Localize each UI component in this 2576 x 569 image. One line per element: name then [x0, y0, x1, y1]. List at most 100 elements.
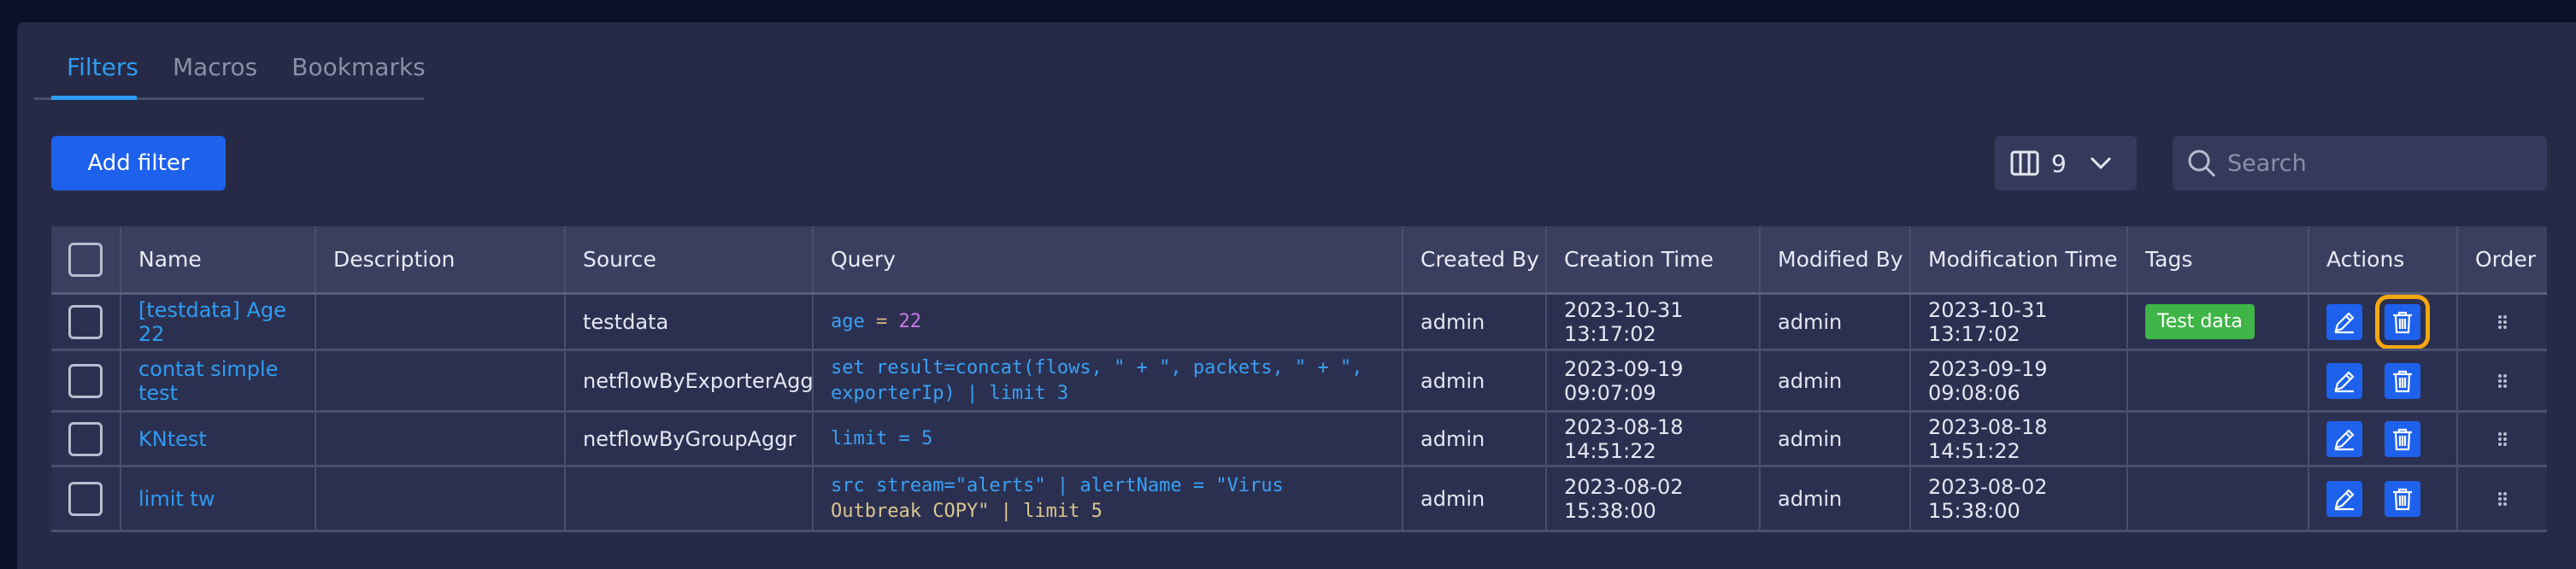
header-description[interactable]: Description	[316, 226, 566, 292]
source-cell: testdata	[566, 295, 814, 349]
modification-time-cell: 2023-10-31 13:17:02	[1911, 295, 2128, 349]
table-row: contat simple test netflowByExporterAggr…	[51, 351, 2547, 413]
row-checkbox-cell	[51, 413, 121, 465]
modified-by-cell: admin	[1761, 295, 1911, 349]
header-modification-time[interactable]: Modification Time	[1911, 226, 2128, 292]
delete-button[interactable]	[2385, 420, 2420, 457]
edit-button[interactable]	[2326, 420, 2362, 457]
tags-cell	[2128, 467, 2309, 530]
header-order: Order	[2475, 247, 2537, 272]
pencil-icon	[2334, 428, 2355, 450]
modified-by-cell: admin	[1761, 351, 1911, 410]
modification-time-cell: 2023-09-19 09:08:06	[1911, 351, 2128, 410]
creation-time-cell: 2023-09-19 09:07:09	[1547, 351, 1761, 410]
header-created-by[interactable]: Created By	[1403, 226, 1547, 292]
description-cell	[316, 351, 566, 410]
creation-time-cell: 2023-08-18 14:51:22	[1547, 413, 1761, 465]
row-checkbox-cell	[51, 467, 121, 530]
select-all-checkbox[interactable]	[68, 242, 103, 277]
actions-cell	[2309, 413, 2458, 465]
filter-name-link[interactable]: KNtest	[138, 427, 207, 451]
header-tags[interactable]: Tags	[2128, 226, 2309, 292]
tab-macros[interactable]: Macros	[173, 44, 257, 101]
created-by-cell: admin	[1403, 351, 1547, 410]
column-count: 9	[2051, 149, 2067, 178]
drag-handle-icon[interactable]	[2475, 314, 2547, 331]
row-checkbox[interactable]	[68, 304, 103, 339]
edit-button[interactable]	[2326, 362, 2362, 399]
query-cell: src stream="alerts" | alertName = "Virus…	[814, 467, 1403, 530]
pencil-icon	[2334, 488, 2355, 510]
source-cell: netflowByExporterAggr	[566, 351, 814, 410]
search-icon	[2188, 150, 2216, 178]
query-cell: limit = 5	[814, 413, 1403, 465]
table-row: [testdata] Age 22 testdata age = 22 admi…	[51, 295, 2547, 351]
delete-button[interactable]	[2375, 295, 2430, 349]
add-filter-button[interactable]: Add filter	[51, 136, 226, 191]
column-selector[interactable]: 9	[1995, 136, 2137, 191]
table-row: limit tw src stream="alerts" | alertName…	[51, 467, 2547, 532]
query-text: limit = 5	[831, 427, 933, 449]
table-header: Name Description Source Query Created By…	[51, 226, 2547, 295]
pencil-icon	[2334, 311, 2355, 333]
tab-bookmarks[interactable]: Bookmarks	[291, 44, 425, 101]
row-checkbox[interactable]	[68, 363, 103, 398]
filter-name-link[interactable]: limit tw	[138, 487, 215, 511]
order-cell	[2458, 351, 2547, 410]
filter-name-link[interactable]: contat simple test	[138, 357, 315, 405]
query-text: set result=concat(flows, " + ", packets,…	[831, 356, 1363, 404]
source-cell	[566, 467, 814, 530]
row-checkbox[interactable]	[68, 481, 103, 516]
actions-cell	[2309, 295, 2458, 349]
created-by-cell: admin	[1403, 467, 1547, 530]
header-creation-time[interactable]: Creation Time	[1547, 226, 1761, 292]
search-box	[2173, 136, 2547, 191]
drag-handle-icon[interactable]	[2475, 372, 2547, 390]
row-checkbox-cell	[51, 351, 121, 410]
trash-icon	[2393, 370, 2412, 392]
row-checkbox[interactable]	[68, 421, 103, 456]
modified-by-cell: admin	[1761, 467, 1911, 530]
modification-time-cell: 2023-08-18 14:51:22	[1911, 413, 2128, 465]
header-actions: Actions	[2309, 226, 2458, 292]
header-source[interactable]: Source	[566, 226, 814, 292]
tag-badge: Test data	[2145, 304, 2255, 339]
row-checkbox-cell	[51, 295, 121, 349]
creation-time-cell: 2023-08-02 15:38:00	[1547, 467, 1761, 530]
actions-cell	[2309, 467, 2458, 530]
order-cell	[2458, 295, 2547, 349]
header-query[interactable]: Query	[814, 226, 1403, 292]
trash-icon	[2393, 488, 2412, 510]
order-cell	[2458, 467, 2547, 530]
header-modified-by[interactable]: Modified By	[1761, 226, 1911, 292]
drag-handle-icon[interactable]	[2475, 431, 2547, 448]
created-by-cell: admin	[1403, 413, 1547, 465]
query-text: src stream="alerts" | alertName = "Virus…	[831, 474, 1284, 522]
edit-button[interactable]	[2326, 480, 2362, 517]
trash-icon	[2393, 428, 2412, 450]
tab-filters[interactable]: Filters	[67, 44, 138, 101]
query-text: age = 22	[831, 310, 921, 332]
description-cell	[316, 413, 566, 465]
filters-table: Name Description Source Query Created By…	[51, 226, 2547, 532]
trash-icon	[2393, 311, 2412, 333]
order-cell	[2458, 413, 2547, 465]
description-cell	[316, 295, 566, 349]
chevron-down-icon	[2090, 156, 2111, 170]
creation-time-cell: 2023-10-31 13:17:02	[1547, 295, 1761, 349]
drag-handle-icon[interactable]	[2475, 490, 2547, 507]
delete-button[interactable]	[2385, 480, 2420, 517]
description-cell	[316, 467, 566, 530]
header-name[interactable]: Name	[121, 226, 316, 292]
table-row: KNtest netflowByGroupAggr limit = 5 admi…	[51, 413, 2547, 467]
tags-cell	[2128, 413, 2309, 465]
header-checkbox-cell	[51, 226, 121, 292]
edit-button[interactable]	[2326, 303, 2362, 340]
filter-name-link[interactable]: [testdata] Age 22	[138, 298, 315, 346]
pencil-icon	[2334, 370, 2355, 392]
created-by-cell: admin	[1403, 295, 1547, 349]
query-cell: set result=concat(flows, " + ", packets,…	[814, 351, 1403, 410]
search-input[interactable]	[2227, 150, 2535, 177]
query-cell: age = 22	[814, 295, 1403, 349]
delete-button[interactable]	[2385, 362, 2420, 399]
